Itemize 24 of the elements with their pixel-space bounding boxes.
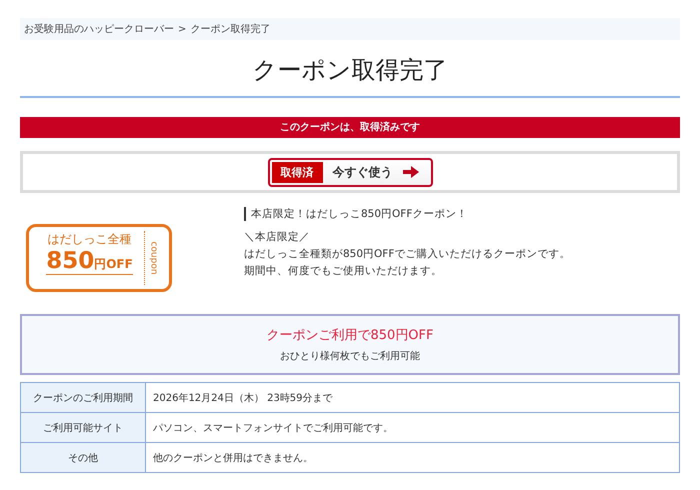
breadcrumb-link[interactable]: お受験用品のハッピークローバー	[24, 22, 174, 36]
description-line: はだしっこ全種類が850円OFFでご購入いただけるクーポンです。	[244, 247, 570, 261]
table-cell: パソコン、スマートフォンサイトでご利用可能です。	[146, 412, 680, 442]
notice-banner: このクーポンは、取得済みです	[20, 117, 680, 138]
coupon-headline: 本店限定！はだしっこ850円OFFクーポン！	[244, 207, 570, 221]
table-header-cell: ご利用可能サイト	[20, 412, 146, 442]
use-now-button[interactable]: 取得済 今すぐ使う	[268, 158, 432, 186]
breadcrumb-separator: >	[178, 24, 186, 34]
description-line: 期間中、何度でもご使用いただけます。	[244, 264, 443, 278]
ticket-tag: coupon	[149, 241, 159, 275]
table-cell: 2026年12月24日（木） 23時59分まで	[146, 382, 680, 412]
description-line: ＼本店限定／	[244, 230, 311, 244]
arrow-icon	[402, 166, 418, 178]
page-title: クーポン取得完了	[20, 54, 680, 98]
table-cell: 他のクーポンと併用はできません。	[146, 442, 680, 472]
ticket-product: はだしっこ全種	[48, 231, 132, 248]
status-badge: 取得済	[272, 162, 322, 182]
ticket-unit: 円OFF	[94, 256, 133, 273]
summary-note: おひとり様何枚でもご利用可能	[280, 350, 420, 363]
breadcrumb-current: クーポン取得完了	[190, 22, 270, 36]
summary-highlight: クーポンご利用で850円OFF	[266, 327, 434, 344]
table-header-cell: その他	[20, 442, 146, 472]
ticket-amount: 850	[46, 248, 94, 274]
table-header-cell: クーポンのご利用期間	[20, 382, 146, 412]
